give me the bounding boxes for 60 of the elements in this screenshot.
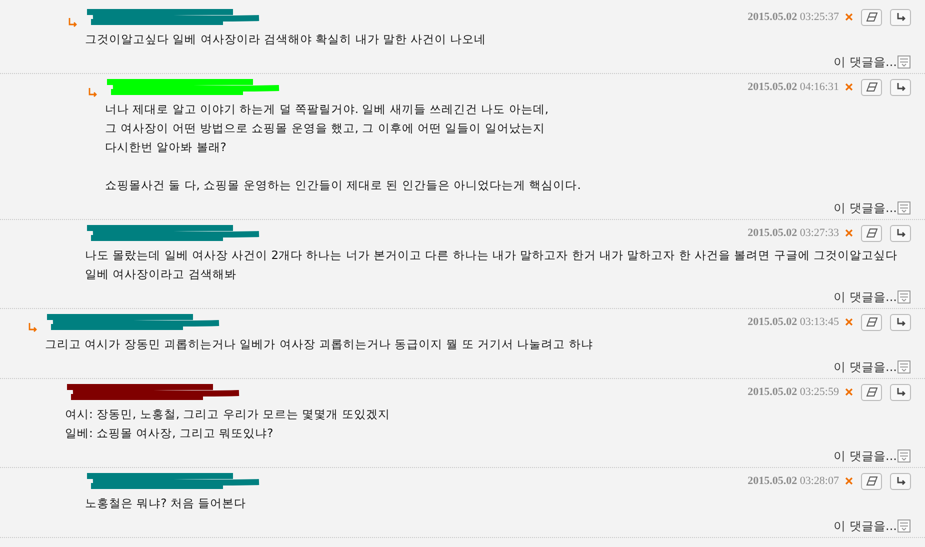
comment-menu-link[interactable]: 이 댓글을...: [834, 517, 897, 535]
reply-arrow-icon: [896, 228, 906, 238]
comment-menu-link[interactable]: 이 댓글을...: [834, 288, 897, 306]
tray-icon: [897, 449, 911, 463]
timestamp: 2015.05.02 04:16:31: [748, 80, 839, 95]
reply-arrow-icon: [896, 387, 906, 397]
reply-arrow-icon: [896, 12, 906, 22]
delete-button[interactable]: [845, 477, 853, 485]
tray-icon: [897, 290, 911, 304]
eraser-icon: [866, 82, 878, 92]
comment-text: 그것이알고싶다 일베 여사장이라 검색해야 확실히 내가 말한 사건이 나오네: [85, 31, 488, 48]
close-icon: [845, 388, 853, 396]
edit-button[interactable]: [861, 472, 882, 490]
close-icon: [845, 83, 853, 91]
reply-arrow-icon: [896, 476, 906, 486]
close-icon: [845, 229, 853, 237]
edit-button[interactable]: [861, 314, 882, 330]
reply-button[interactable]: [890, 224, 911, 242]
edit-button[interactable]: [861, 78, 882, 96]
edit-button[interactable]: [861, 224, 882, 242]
comment-menu-link[interactable]: 이 댓글을...: [834, 358, 897, 376]
delete-button[interactable]: [845, 83, 853, 91]
tray-icon: [897, 360, 911, 374]
reply-button[interactable]: [890, 384, 911, 400]
comment-text: 노홍철은 뭐냐? 처음 들어본다: [85, 495, 248, 512]
comment-menu-link[interactable]: 이 댓글을...: [834, 199, 897, 217]
edit-button[interactable]: [861, 8, 882, 26]
eraser-icon: [866, 476, 878, 486]
timestamp: 2015.05.02 03:27:33: [748, 226, 839, 241]
comment-menu-link[interactable]: 이 댓글을...: [834, 53, 897, 71]
reply-arrow-icon: [896, 317, 906, 327]
delete-button[interactable]: [845, 13, 853, 21]
reply-button[interactable]: [890, 314, 911, 330]
eraser-icon: [866, 317, 878, 327]
tray-icon: [897, 519, 911, 533]
close-icon: [845, 477, 853, 485]
eraser-icon: [866, 228, 878, 238]
close-icon: [845, 318, 853, 326]
comment-text: 여시: 장동민, 노홍철, 그리고 우리가 모르는 몇몇개 또있겠지 일베: 쇼핑몰 여사장, 그리고 뭐또있냐?: [65, 406, 391, 442]
tray-icon: [897, 55, 911, 69]
timestamp: 2015.05.02 03:25:59: [748, 384, 839, 400]
eraser-icon: [866, 387, 878, 397]
edit-button[interactable]: [861, 384, 882, 400]
delete-button[interactable]: [845, 318, 853, 326]
eraser-icon: [866, 12, 878, 22]
reply-arrow-icon: [896, 82, 906, 92]
close-icon: [845, 13, 853, 21]
timestamp: 2015.05.02 03:25:37: [748, 10, 839, 25]
tray-icon: [897, 201, 911, 215]
comment-text: 그리고 여시가 장동민 괴롭히는거나 일베가 여사장 괴롭히는거나 동급이지 뭘 또 거기서 나눌려고 하냐: [45, 336, 594, 353]
comment-text: 너나 제대로 알고 이야기 하는게 덜 쪽팔릴거야. 일베 새끼들 쓰레긴건 나도 아는데, 그 여사장이 어떤 방법으로 쇼핑몰 운영을 했고, 그 이후에 어떤 일들이 일어났는지 다시한번 알아봐 볼래? 쇼핑몰사건 둘 다, 쇼핑몰 운영하는 인간들이 제대로 된 인간들은 아니었다는게 핵심이다.: [105, 101, 582, 194]
delete-button[interactable]: [845, 229, 853, 237]
delete-button[interactable]: [845, 388, 853, 396]
timestamp: 2015.05.02 03:13:45: [748, 314, 839, 330]
timestamp: 2015.05.02 03:28:07: [748, 474, 839, 489]
comment-menu-link[interactable]: 이 댓글을...: [834, 447, 897, 465]
reply-button[interactable]: [890, 8, 911, 26]
comment-text: 나도 몰랐는데 일베 여사장 사건이 2개다 하나는 너가 본거이고 다른 하나는 내가 말하고자 한거 내가 말하고자 한 사건을 볼려면 구글에 그것이알고싶다 일베 여사장이라고 검색해봐: [85, 247, 898, 283]
reply-button[interactable]: [890, 78, 911, 96]
reply-button[interactable]: [890, 472, 911, 490]
